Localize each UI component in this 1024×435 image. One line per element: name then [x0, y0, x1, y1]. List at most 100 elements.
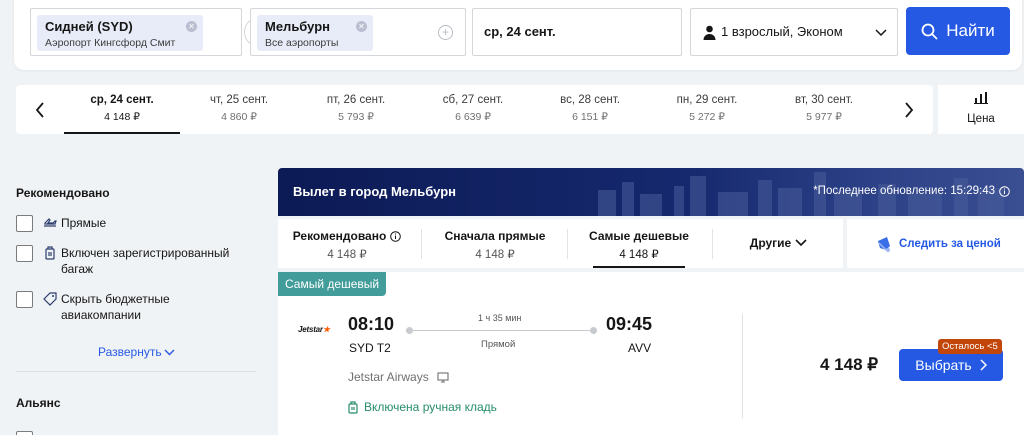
sort-tab-label: Рекомендовано [278, 229, 416, 243]
last-updated-text: *Последнее обновление: 15:29:43 [813, 185, 995, 197]
cheapest-badge: Самый дешевый [278, 272, 387, 296]
checkbox[interactable] [16, 291, 33, 308]
filter-label: Скрыть бюджетные авиакомпании [61, 292, 170, 322]
date-option-price: 6 639 ₽ [455, 111, 491, 123]
last-updated: *Последнее обновление: 15:29:43 [813, 185, 1010, 197]
flight-ticket[interactable]: Самый дешевый Jetstar★ 08:10 SYD T2 1 ч … [278, 272, 1024, 435]
route-line [408, 330, 594, 331]
remove-origin-icon[interactable]: ✕ [186, 21, 197, 32]
destination-airport: Все аэропорты [265, 37, 339, 49]
filters-recommended-heading: Рекомендовано [16, 186, 110, 200]
sort-tab-recommended[interactable]: Рекомендовано 4 148 ₽ [278, 219, 416, 268]
origin-chip[interactable]: Сидней (SYD) Аэропорт Кингсфорд Смит ✕ [37, 15, 203, 51]
price-graph-label: Цена [967, 113, 995, 125]
date-option-label: ср, 24 сент. [90, 94, 154, 106]
filter-checked-baggage[interactable]: Включен зарегистрированный багаж [16, 245, 239, 277]
date-strip: ср, 24 сент. 4 148 ₽ чт, 25 сент. 4 860 … [16, 85, 933, 134]
add-destination-icon[interactable]: + [438, 25, 453, 40]
checkbox[interactable] [16, 431, 33, 435]
sort-tab-direct-first[interactable]: Сначала прямые 4 148 ₽ [426, 219, 564, 268]
banner-title: Вылет в город Мельбурн [293, 184, 456, 199]
date-option-label: пн, 29 сент. [676, 94, 738, 106]
hand-luggage-info: Включена ручная кладь [348, 400, 497, 414]
route-start-dot [406, 327, 413, 334]
chevron-right-icon [905, 101, 914, 118]
sort-tab-price: 4 148 ₽ [475, 249, 515, 261]
sort-tab-price: 4 148 ₽ [327, 249, 367, 261]
chevron-down-icon [875, 29, 887, 37]
screen-icon [437, 371, 449, 383]
search-card: Сидней (SYD) Аэропорт Кингсфорд Смит ✕ М… [14, 0, 1022, 70]
divider [421, 229, 422, 259]
date-option[interactable]: пт, 26 сент. 5 793 ₽ [298, 85, 414, 134]
date-option[interactable]: вт, 30 сент. 5 977 ₽ [766, 85, 882, 134]
sort-tab-label: Другие [714, 236, 843, 250]
destination-banner: Вылет в город Мельбурн *Последнее обновл… [278, 168, 1024, 216]
flight-duration: 1 ч 35 мин [478, 313, 522, 323]
hand-luggage-icon [348, 400, 358, 414]
date-option[interactable]: ср, 24 сент. 4 148 ₽ [64, 85, 180, 134]
destination-city: Мельбурн [265, 19, 331, 34]
seats-left-badge: Осталось <5 [938, 339, 1002, 354]
watch-price-button[interactable]: Следить за ценой [847, 219, 1024, 268]
sort-tabs: Рекомендовано 4 148 ₽ Сначала прямые 4 1… [278, 219, 843, 268]
route-end-dot [590, 327, 597, 334]
expand-filters-link[interactable]: Развернуть [98, 345, 175, 359]
divider [567, 229, 568, 259]
checkbox[interactable] [16, 215, 33, 232]
remove-destination-icon[interactable]: ✕ [356, 21, 367, 32]
next-dates-button[interactable] [885, 85, 933, 134]
airline-name: Jetstar Airways [348, 370, 429, 384]
filter-hide-budget[interactable]: Скрыть бюджетные авиакомпании [16, 291, 211, 323]
prev-dates-button[interactable] [16, 85, 64, 134]
filter-label: Прямые [61, 216, 107, 230]
date-option[interactable]: пн, 29 сент. 5 272 ₽ [649, 85, 765, 134]
watch-price-label: Следить за ценой [899, 237, 1001, 250]
passengers-field[interactable]: 1 взрослый, Эконом [690, 8, 898, 56]
airline-logo-text: Jetstar [298, 325, 323, 334]
flight-type: Прямой [481, 339, 516, 350]
date-option[interactable]: вс, 28 сент. 6 151 ₽ [532, 85, 648, 134]
chevron-down-icon [164, 349, 175, 355]
sort-tab-other[interactable]: Другие [714, 219, 843, 268]
sort-tab-cheapest[interactable]: Самые дешевые 4 148 ₽ [570, 219, 708, 268]
ticket-price: 4 148 ₽ [820, 355, 879, 374]
departure-time: 08:10 [348, 314, 395, 334]
info-icon[interactable] [999, 185, 1010, 197]
chevron-right-icon [980, 359, 987, 371]
price-graph-button[interactable]: Цена [938, 85, 1024, 134]
date-option-label: вс, 28 сент. [560, 94, 620, 106]
chevron-left-icon [35, 101, 44, 118]
date-option-price: 5 793 ₽ [338, 111, 374, 123]
date-option-label: вт, 30 сент. [795, 94, 853, 106]
find-label: Найти [946, 21, 995, 40]
info-icon[interactable] [390, 230, 402, 242]
select-label: Выбрать [915, 357, 972, 373]
destination-field[interactable]: Мельбурн Все аэропорты ✕ + [250, 8, 466, 56]
search-icon [921, 23, 938, 39]
checkbox[interactable] [16, 245, 33, 262]
date-option-price: 4 148 ₽ [104, 111, 140, 123]
passengers-value: 1 взрослый, Эконом [721, 24, 843, 39]
find-button[interactable]: Найти [906, 7, 1010, 55]
filters-alliance-heading: Альянс [16, 396, 61, 410]
filter-direct[interactable]: Прямые [16, 215, 106, 232]
date-option[interactable]: сб, 27 сент. 6 639 ₽ [415, 85, 531, 134]
date-option[interactable]: чт, 25 сент. 4 860 ₽ [181, 85, 297, 134]
date-option-price: 5 272 ₽ [689, 111, 725, 123]
direct-flight-icon [44, 218, 57, 227]
destination-chip[interactable]: Мельбурн Все аэропорты ✕ [257, 15, 373, 51]
date-option-label: чт, 25 сент. [209, 94, 269, 106]
bar-chart-icon [974, 92, 988, 104]
divider [742, 314, 743, 418]
date-option-price: 6 151 ₽ [572, 111, 608, 123]
origin-field[interactable]: Сидней (SYD) Аэропорт Кингсфорд Смит ✕ [30, 8, 242, 56]
date-field[interactable]: ср, 24 сент. [472, 8, 682, 56]
sort-tab-recommended-label: Рекомендовано [292, 229, 387, 243]
sort-tab-other-label: Другие [749, 236, 792, 250]
airline-logo: Jetstar★ [298, 325, 330, 334]
operating-airline: Jetstar Airways [348, 370, 449, 384]
filter-label: Включен зарегистрированный багаж [61, 246, 230, 276]
tag-icon [43, 292, 57, 306]
bell-icon [878, 236, 890, 252]
